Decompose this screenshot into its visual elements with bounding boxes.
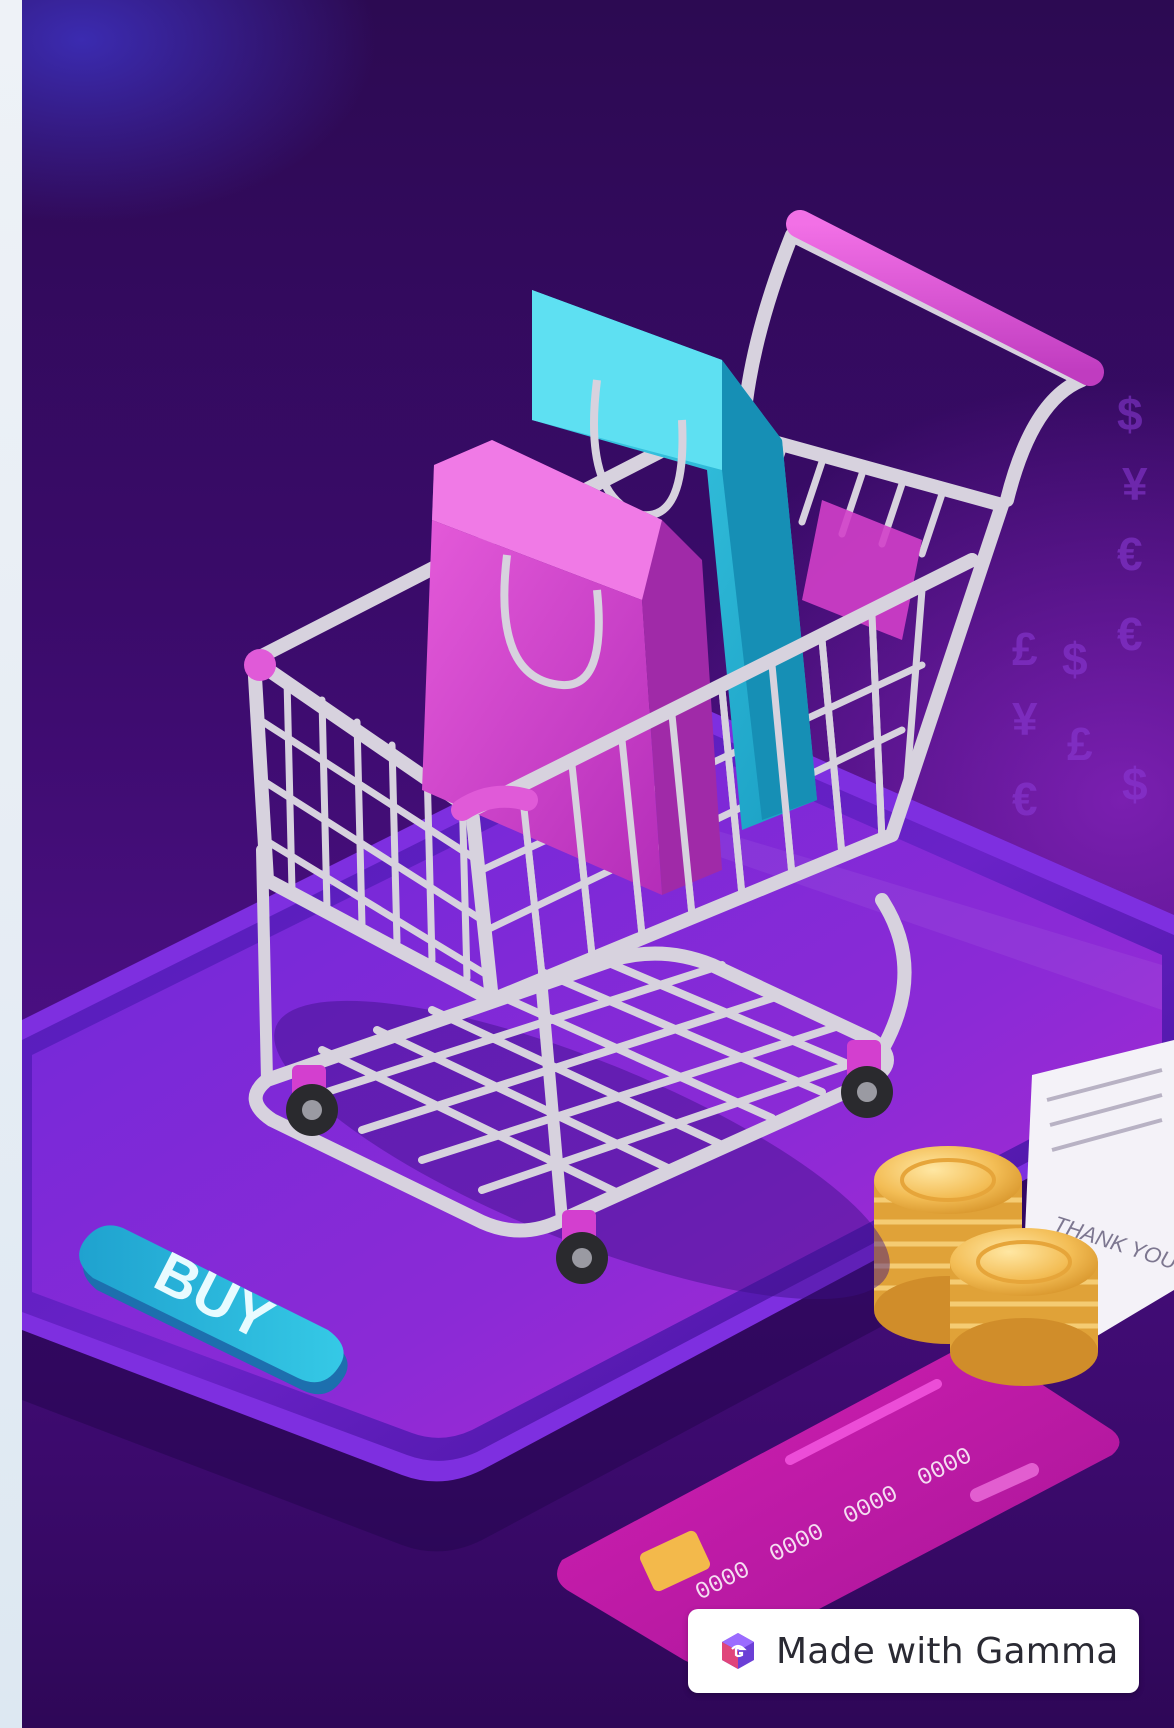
cart-bumper [244,649,276,681]
currency-symbol: € [1117,528,1143,580]
shopping-cart-illustration: BUY $ ¥ € £ $ € ¥ £ € $ THANK YOU! 0000 … [22,0,1174,1728]
currency-symbol: £ [1012,623,1038,675]
currency-symbol: $ [1122,758,1148,810]
cart-bumper [451,785,538,821]
cart-handle [786,210,1104,386]
currency-symbol: € [1012,773,1038,825]
currency-symbol: € [1117,608,1143,660]
currency-symbols: $ ¥ € £ $ € ¥ £ € $ [1012,388,1148,825]
currency-symbol: ¥ [1122,458,1148,510]
currency-symbol: ¥ [1012,693,1038,745]
currency-symbol: £ [1067,718,1093,770]
badge-label: Made with Gamma [776,1630,1119,1672]
currency-symbol: $ [1062,633,1088,685]
made-with-gamma-badge[interactable]: Made with Gamma [688,1609,1139,1693]
left-edge-strip [0,0,22,1728]
currency-symbol: $ [1117,388,1143,440]
gamma-logo-icon [722,1633,754,1669]
